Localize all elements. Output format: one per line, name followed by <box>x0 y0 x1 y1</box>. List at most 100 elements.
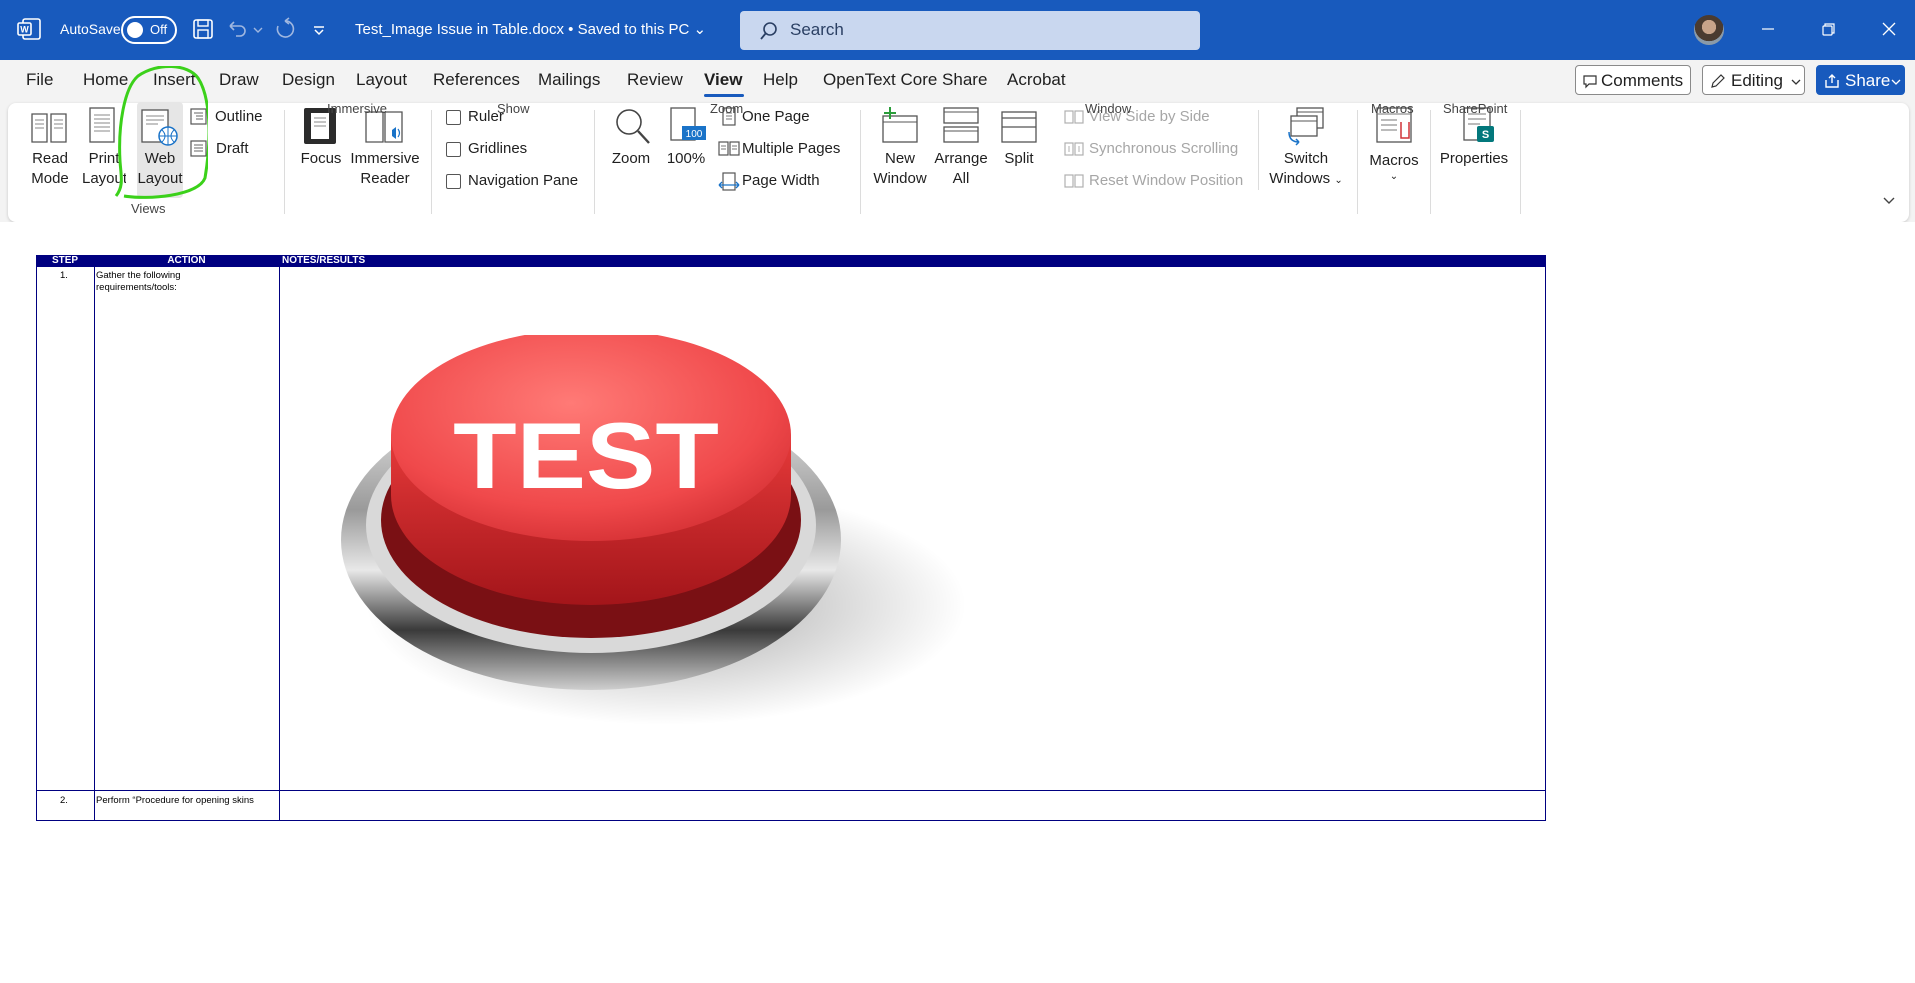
window-group-label: Window <box>1085 101 1132 116</box>
restore-icon[interactable] <box>1813 14 1843 44</box>
checkbox[interactable] <box>446 110 461 125</box>
header-action: ACTION <box>94 255 279 267</box>
action-line: Perform “Procedure for opening skins <box>96 795 254 806</box>
action-text: Gather the following requirements/tools: <box>96 270 276 294</box>
tab-file[interactable]: File <box>26 70 53 90</box>
checkbox[interactable] <box>446 174 461 189</box>
new-window-label-2: Window <box>873 170 927 187</box>
customize-toolbar-icon[interactable] <box>310 16 328 42</box>
outline-label: Outline <box>215 108 263 125</box>
new-window-icon <box>882 107 918 143</box>
new-window-label-1: New <box>884 150 915 167</box>
share-label: Share <box>1845 71 1891 90</box>
group-separator <box>1258 110 1259 190</box>
magnifier-icon <box>616 109 650 144</box>
table-border <box>36 820 1546 821</box>
search-box[interactable]: Search <box>740 11 1200 50</box>
draft-label: Draft <box>216 140 249 157</box>
multiple-pages-icon <box>718 141 740 156</box>
editing-mode-button[interactable]: Editing <box>1702 65 1805 95</box>
group-separator <box>284 110 285 214</box>
group-separator <box>431 110 432 214</box>
zoom-group-label: Zoom <box>710 101 744 116</box>
navigation-pane-label: Navigation Pane <box>468 172 579 189</box>
tab-opentext-core-share[interactable]: OpenText Core Share <box>823 70 987 90</box>
tab-draw[interactable]: Draw <box>219 70 259 90</box>
immersive-group-label: Immersive <box>327 101 387 116</box>
synchronous-scrolling-icon <box>1064 142 1084 156</box>
reset-window-position-icon <box>1064 174 1084 188</box>
step-number: 1. <box>60 270 68 281</box>
close-icon[interactable] <box>1874 14 1904 44</box>
tab-view[interactable]: View <box>704 70 742 90</box>
chevron-down-icon <box>1791 79 1801 85</box>
tab-references[interactable]: References <box>433 70 520 90</box>
minimize-icon[interactable] <box>1753 14 1783 44</box>
search-icon <box>760 22 777 40</box>
group-separator <box>1520 110 1521 214</box>
test-button-image[interactable]: TEST <box>336 335 976 735</box>
zoom-100-icon: 100 <box>670 107 706 141</box>
tab-mailings[interactable]: Mailings <box>538 70 600 90</box>
collapse-ribbon-icon[interactable] <box>1882 196 1896 206</box>
svg-text:S: S <box>1482 129 1489 141</box>
zoom-label: Zoom <box>611 150 651 167</box>
undo-dropdown-icon[interactable] <box>251 16 265 42</box>
tab-design[interactable]: Design <box>282 70 335 90</box>
table-border <box>36 255 37 821</box>
tab-acrobat[interactable]: Acrobat <box>1007 70 1066 90</box>
reset-window-position-label: Reset Window Position <box>1089 172 1244 189</box>
table-border <box>279 267 280 821</box>
switch-windows-label-1: Switch <box>1283 150 1329 167</box>
group-separator <box>1430 110 1431 214</box>
redo-icon[interactable] <box>272 16 298 42</box>
arrange-all-label-1: Arrange <box>934 150 988 167</box>
action-text: Perform “Procedure for opening skins <box>96 795 286 807</box>
arrange-all-label-2: All <box>952 170 970 187</box>
immersive-reader-label-2: Reader <box>360 170 410 187</box>
one-page-label: One Page <box>742 108 810 125</box>
read-mode-icon <box>31 113 67 143</box>
title-bar: W AutoSave Off Test_Image Issue in Table… <box>0 0 1915 60</box>
split-icon <box>1001 111 1037 143</box>
ribbon-tabs: File Home Insert Draw Design Layout Refe… <box>0 60 1915 100</box>
autosave-state: Off <box>150 22 168 37</box>
macros-group-label: Macros <box>1371 101 1414 116</box>
tab-layout[interactable]: Layout <box>356 70 407 90</box>
gridlines-label: Gridlines <box>468 140 528 157</box>
group-separator <box>594 110 595 214</box>
table-border <box>36 790 1546 791</box>
comment-icon <box>1583 75 1597 89</box>
undo-icon[interactable] <box>224 16 250 42</box>
tab-help[interactable]: Help <box>763 70 798 90</box>
document-title[interactable]: Test_Image Issue in Table.docx • Saved t… <box>355 20 706 38</box>
svg-text:100: 100 <box>686 129 703 140</box>
share-button[interactable]: Share <box>1816 65 1905 95</box>
share-icon <box>1825 74 1839 88</box>
word-app-icon[interactable]: W <box>16 16 42 42</box>
save-icon[interactable] <box>190 16 216 42</box>
page-width-icon <box>718 172 740 191</box>
document-area[interactable]: STEP ACTION NOTES/RESULTS 1. Gather the … <box>0 222 1915 983</box>
autosave-toggle[interactable]: Off <box>121 16 177 44</box>
switch-windows-label-text: Windows <box>1269 170 1331 187</box>
header-notes-results: NOTES/RESULTS <box>279 255 1546 267</box>
comments-label: Comments <box>1601 71 1684 90</box>
editing-label: Editing <box>1731 71 1783 90</box>
checkbox[interactable] <box>446 142 461 157</box>
comments-button[interactable]: Comments <box>1575 65 1691 95</box>
show-group-label: Show <box>497 101 530 116</box>
search-placeholder: Search <box>790 20 844 39</box>
user-avatar[interactable] <box>1694 15 1724 45</box>
multiple-pages-label: Multiple Pages <box>742 140 841 157</box>
switch-windows-icon <box>1288 107 1324 146</box>
table-border <box>1545 255 1546 821</box>
step-number: 2. <box>60 795 68 806</box>
focus-label: Focus <box>300 150 342 167</box>
group-separator <box>1357 110 1358 214</box>
read-mode-label-2: Mode <box>31 170 69 187</box>
pencil-icon <box>1711 74 1725 88</box>
tab-review[interactable]: Review <box>627 70 683 90</box>
chevron-down-icon <box>1891 79 1901 85</box>
test-button-text: TEST <box>453 403 719 508</box>
